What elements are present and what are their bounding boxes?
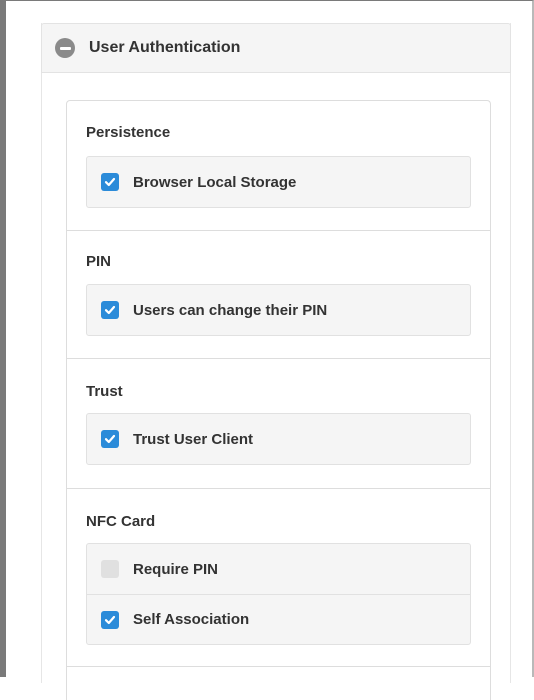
section-title: User Authentication [89,39,241,56]
option-label: Trust User Client [133,430,254,448]
group-label: NFC Card [86,513,156,530]
option-label: Browser Local Storage [133,173,297,191]
settings-panel: Persistence Browser Local Storage PIN Us… [66,100,491,700]
minus-circle-icon[interactable] [55,38,75,58]
option-require-pin[interactable]: Require PIN [87,544,470,594]
option-box: Browser Local Storage [86,156,471,208]
checkbox-checked-icon[interactable] [101,173,119,191]
group-label: Persistence [86,124,171,141]
group-label: PIN [86,253,112,270]
window-frame: User Authentication Persistence Browser … [0,0,534,700]
checkbox-checked-icon[interactable] [101,610,119,629]
option-box: Trust User Client [86,413,471,465]
option-label: Require PIN [133,560,219,578]
option-users-change-pin[interactable]: Users can change their PIN [87,285,470,335]
group-nfc-card: NFC Card Require PIN Self Association [67,489,490,667]
option-box: Users can change their PIN [86,284,471,336]
group-persistence: Persistence Browser Local Storage [67,101,490,231]
group-pin: PIN Users can change their PIN [67,231,490,359]
group-label: Trust [86,383,123,400]
option-box: Require PIN Self Association [86,543,471,645]
checkbox-checked-icon[interactable] [101,301,119,319]
option-self-association[interactable]: Self Association [87,594,470,644]
section-header[interactable]: User Authentication [41,23,511,73]
option-browser-local-storage[interactable]: Browser Local Storage [87,157,470,207]
option-label: Users can change their PIN [133,301,328,319]
checkbox-checked-icon[interactable] [101,430,119,448]
option-label: Self Association [133,611,250,628]
option-trust-user-client[interactable]: Trust User Client [87,414,470,464]
group-trust: Trust Trust User Client [67,359,490,489]
checkbox-unchecked-icon[interactable] [101,560,119,578]
user-authentication-section: User Authentication Persistence Browser … [41,23,511,700]
